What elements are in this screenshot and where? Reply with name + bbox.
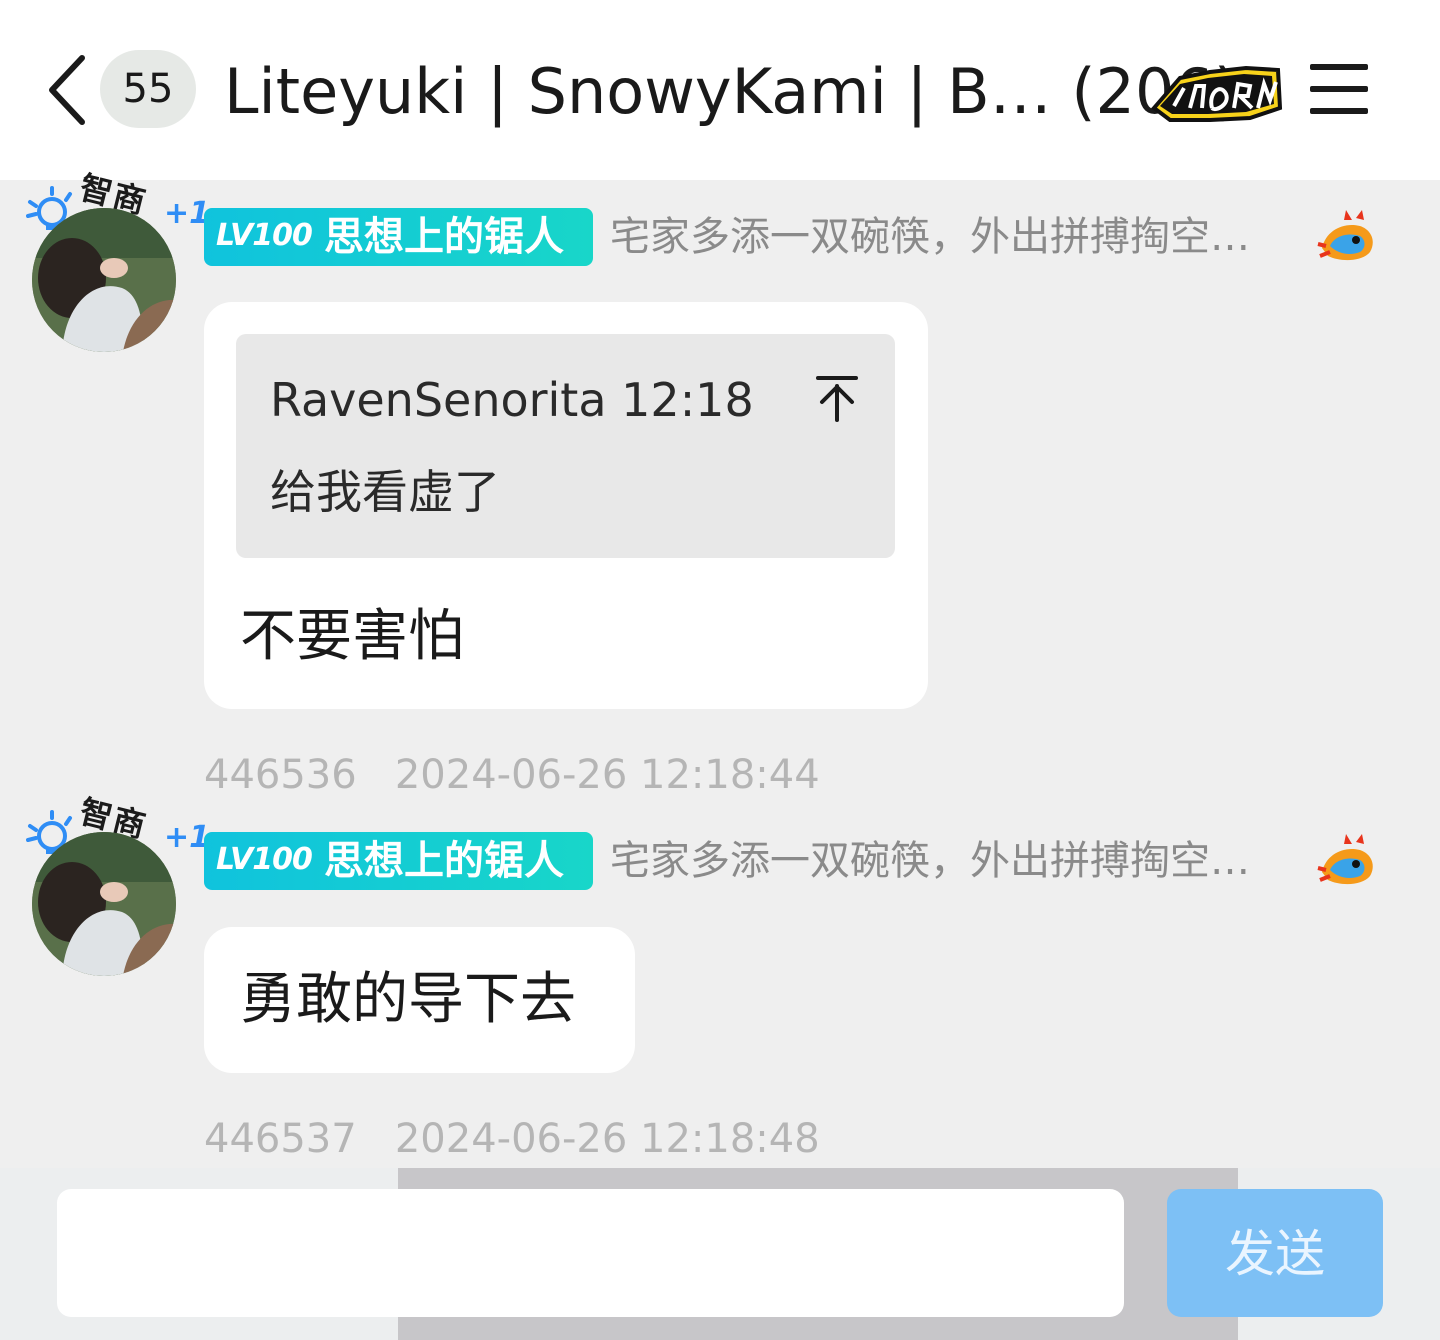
hooray-badge-icon xyxy=(1150,64,1284,124)
sender-info-row: LV100 思想上的锯人 宅家多添一双碗筷，外出拼搏掏空… xyxy=(204,832,1384,892)
member-signature[interactable]: 宅家多添一双碗筷，外出拼搏掏空… xyxy=(610,836,1310,886)
level-badge[interactable]: LV100 思想上的锯人 xyxy=(204,208,593,266)
message-text: 勇敢的导下去 xyxy=(240,967,576,1032)
chat-title[interactable]: Liteyuki | SnowyKami | B… (206) xyxy=(224,52,1238,132)
message-timestamp: 2024-06-26 12:18:44 xyxy=(394,752,820,798)
member-title: 思想上的锯人 xyxy=(324,838,564,884)
quoted-sender-time: RavenSenorita 12:18 xyxy=(270,373,754,427)
message-id: 446536 xyxy=(204,752,357,798)
level-number: LV100 xyxy=(216,842,313,877)
sender-info-row: LV100 思想上的锯人 宅家多添一双碗筷，外出拼搏掏空… xyxy=(204,208,1384,268)
unread-count-badge[interactable]: 55 xyxy=(100,50,196,128)
hamburger-menu-icon xyxy=(1310,64,1368,114)
sender-avatar[interactable]: 智商 +1 xyxy=(16,792,210,980)
back-button[interactable] xyxy=(40,52,96,128)
message-bubble[interactable]: RavenSenorita 12:18 给我看虚了 不要害怕 xyxy=(204,302,928,709)
arrow-up-to-top-icon xyxy=(816,376,858,422)
quoted-text: 给我看虚了 xyxy=(270,465,500,519)
member-title: 思想上的锯人 xyxy=(324,214,564,260)
avatar-image xyxy=(32,208,176,352)
message-meta: 446536 2024-06-26 12:18:44 xyxy=(204,750,820,800)
message-meta: 446537 2024-06-26 12:18:48 xyxy=(204,1114,820,1164)
quoted-message[interactable]: RavenSenorita 12:18 给我看虚了 xyxy=(236,334,895,558)
avatar-image xyxy=(32,832,176,976)
message-input[interactable] xyxy=(57,1189,1124,1317)
message-id: 446537 xyxy=(204,1116,357,1162)
message-text: 不要害怕 xyxy=(240,604,464,669)
level-badge[interactable]: LV100 思想上的锯人 xyxy=(204,832,593,890)
send-button[interactable]: 发送 xyxy=(1167,1189,1383,1317)
dragon-icon xyxy=(1317,210,1373,261)
sender-avatar[interactable]: 智商 +1 xyxy=(16,168,210,356)
message-timestamp: 2024-06-26 12:18:48 xyxy=(394,1116,820,1162)
level-number: LV100 xyxy=(216,218,313,253)
composer-bar: 发送 xyxy=(0,1168,1440,1340)
chevron-left-icon xyxy=(49,55,85,125)
menu-button[interactable] xyxy=(1308,60,1372,120)
member-signature[interactable]: 宅家多添一双碗筷，外出拼搏掏空… xyxy=(610,212,1310,262)
message-bubble[interactable]: 勇敢的导下去 xyxy=(204,927,635,1073)
dragon-icon xyxy=(1317,834,1373,885)
jump-to-quote-button[interactable] xyxy=(814,374,860,424)
chat-header: 55 Liteyuki | SnowyKami | B… (206) xyxy=(0,0,1440,180)
